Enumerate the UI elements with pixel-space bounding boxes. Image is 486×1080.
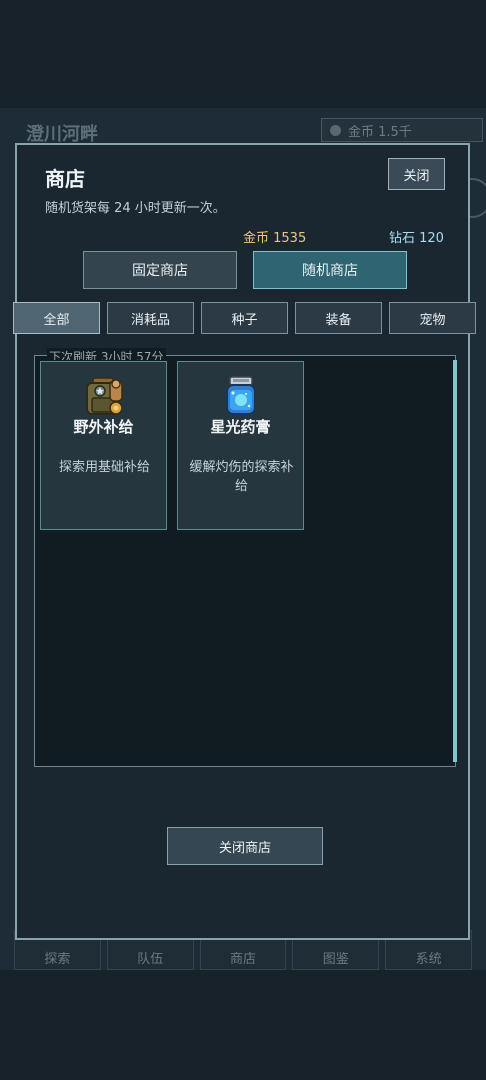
item-description: 缓解灼伤的探索补给 [189,460,294,494]
item-card-starlight-salve[interactable]: 星光药膏 缓解灼伤的探索补给 [177,361,304,530]
category-tab-consumables[interactable]: 消耗品 [107,302,194,334]
tab-fixed-shop[interactable]: 固定商店 [83,251,237,289]
item-card-field-supplies[interactable]: 野外补给 探索用基础补给 [40,361,167,530]
modal-title: 商店 [45,167,85,191]
shop-modal: 商店 随机货架每 24 小时更新一次。 关闭 金币 1535 钻石 120 固定… [13,143,476,940]
backpack-icon [82,375,126,417]
close-button[interactable]: 关闭 [388,158,445,190]
item-description: 探索用基础补给 [58,460,150,475]
refresh-timer: 下次刷新 3小时 57分 [47,348,166,360]
gold-status-text: 金币 1.5千 [348,124,412,140]
diamond-balance: 钻石 120 [389,231,444,246]
gold-balance: 金币 1535 [243,231,307,246]
top-bar-background [0,0,486,108]
category-tab-all[interactable]: 全部 [13,302,100,334]
item-list-panel[interactable]: 下次刷新 3小时 57分 野外补给 探索用基础补给 星光药膏 缓解灼伤的探索补给 [34,348,457,767]
coin-icon [330,125,341,136]
category-tab-equipment[interactable]: 装备 [295,302,382,334]
item-name: 野外补给 [73,418,134,436]
scrollbar[interactable] [453,360,457,762]
gold-status-badge: 金币 1.5千 [321,118,483,142]
category-tab-seeds[interactable]: 种子 [201,302,288,334]
close-shop-button[interactable]: 关闭商店 [167,827,323,865]
potion-jar-icon [219,375,263,417]
bottom-background [0,970,486,1080]
category-tab-pets[interactable]: 宠物 [389,302,476,334]
item-name: 星光药膏 [210,418,271,436]
tab-random-shop[interactable]: 随机商店 [253,251,407,289]
modal-subtitle: 随机货架每 24 小时更新一次。 [45,201,226,216]
